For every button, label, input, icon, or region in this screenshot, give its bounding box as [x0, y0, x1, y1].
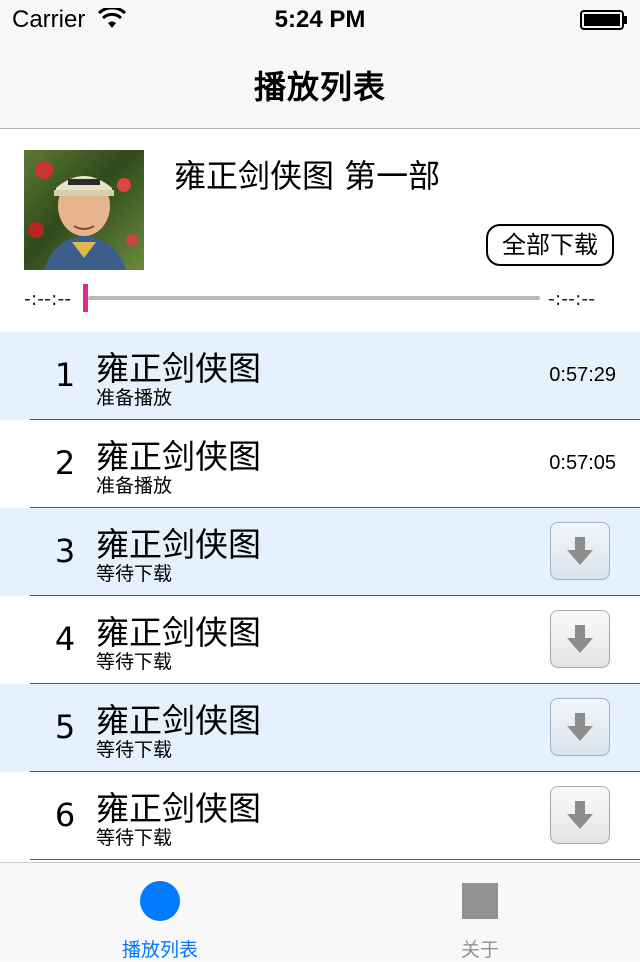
download-arrow-icon	[567, 537, 593, 565]
download-button[interactable]	[550, 610, 610, 668]
download-all-button[interactable]: 全部下载	[486, 224, 614, 266]
page-title: 播放列表	[253, 68, 386, 106]
elapsed-time: -:--:--	[24, 288, 72, 310]
download-button[interactable]	[550, 786, 610, 844]
track-duration: 0:57:29	[549, 364, 616, 386]
track-number: 6	[54, 796, 76, 834]
status-time: 5:24 PM	[274, 6, 366, 33]
tab-label: 播放列表	[121, 939, 198, 961]
track-number: 4	[54, 620, 76, 658]
download-arrow-icon	[567, 801, 593, 829]
track-status: 准备播放	[96, 387, 173, 409]
download-button[interactable]	[550, 522, 610, 580]
track-number: 1	[54, 356, 76, 394]
track-row[interactable]: 6 雍正剑侠图 等待下载	[0, 772, 640, 860]
track-number: 5	[54, 708, 76, 746]
status-bar: Carrier 5:24 PM	[0, 0, 640, 40]
tab-bar: 播放列表 关于	[0, 862, 640, 961]
track-row[interactable]: 2 雍正剑侠图 准备播放 0:57:05	[0, 420, 640, 508]
track-status: 等待下载	[96, 651, 173, 673]
navigation-bar: 播放列表	[0, 40, 640, 129]
tab-about[interactable]: 关于	[320, 863, 640, 961]
progress-slider[interactable]	[88, 296, 540, 300]
track-number: 2	[54, 444, 76, 482]
download-arrow-icon	[567, 713, 593, 741]
track-row[interactable]: 1 雍正剑侠图 准备播放 0:57:29	[0, 332, 640, 420]
album-cover-image	[24, 150, 144, 270]
tab-playlist[interactable]: 播放列表	[0, 863, 320, 961]
track-row[interactable]: 5 雍正剑侠图 等待下载	[0, 684, 640, 772]
track-status: 准备播放	[96, 475, 173, 497]
track-duration: 0:57:05	[549, 452, 616, 474]
download-arrow-icon	[567, 625, 593, 653]
remaining-time: -:--:--	[548, 288, 596, 310]
track-status: 等待下载	[96, 827, 173, 849]
album-header: 雍正剑侠图 第一部 全部下载 -:--:-- -:--:--	[0, 129, 640, 332]
progress-handle[interactable]	[83, 284, 88, 312]
track-row[interactable]: 4 雍正剑侠图 等待下载	[0, 596, 640, 684]
track-status: 等待下载	[96, 563, 173, 585]
track-number: 3	[54, 532, 76, 570]
circle-icon	[140, 881, 180, 921]
track-status: 等待下载	[96, 739, 173, 761]
tab-label: 关于	[460, 939, 499, 961]
download-button[interactable]	[550, 698, 610, 756]
track-list: 1 雍正剑侠图 准备播放 0:57:29 2 雍正剑侠图 准备播放 0:57:0…	[0, 332, 640, 860]
battery-icon	[580, 10, 627, 30]
square-icon	[462, 883, 498, 919]
album-title: 雍正剑侠图 第一部	[174, 157, 441, 195]
track-row[interactable]: 3 雍正剑侠图 等待下载	[0, 508, 640, 596]
